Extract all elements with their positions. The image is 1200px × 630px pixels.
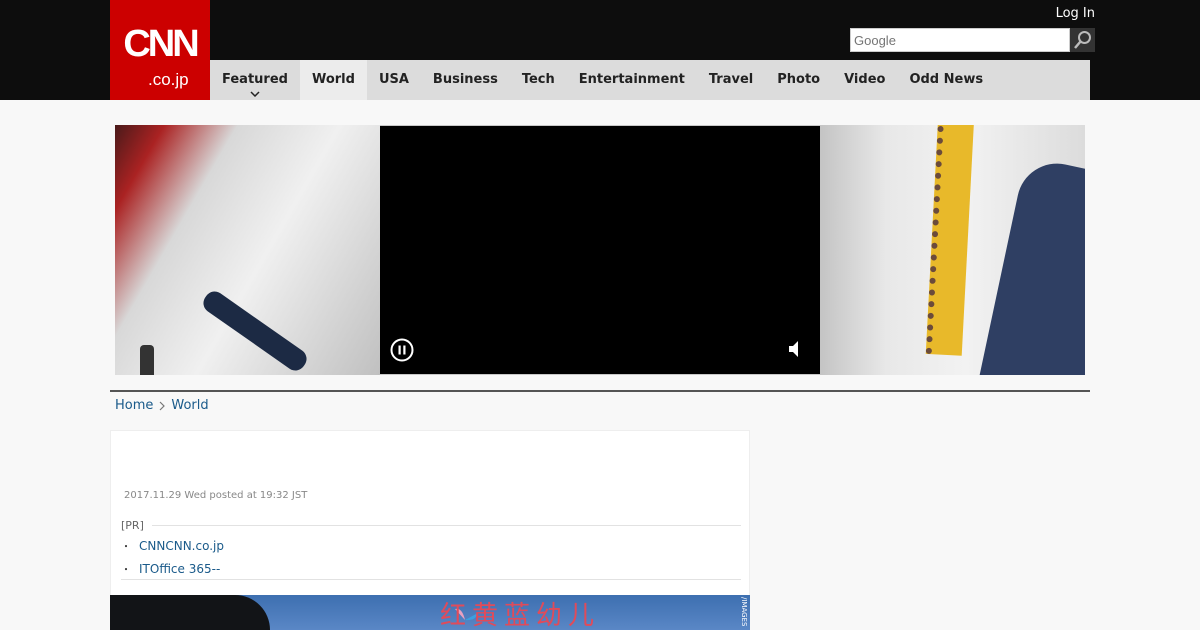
nav-item-label: Featured (222, 72, 288, 87)
bullet-icon: ・ (121, 565, 131, 576)
nav-item-label: Tech (521, 72, 555, 87)
top-header: CNN .co.jp Log In Featured World USA Bus… (0, 0, 1200, 100)
photo-sign-text: 红黄蓝幼儿 (440, 601, 601, 630)
section-divider (110, 390, 1090, 392)
nav-item-label: Odd News (909, 72, 984, 87)
pr-link[interactable]: CNNCNN.co.jp (139, 539, 224, 553)
chevron-right-icon (159, 401, 166, 411)
decorative-shape (110, 595, 270, 630)
list-item: ・ CNNCNN.co.jp (121, 534, 741, 557)
nav-item-photo[interactable]: Photo (765, 60, 832, 100)
nav-item-label: Travel (708, 72, 754, 87)
main-nav: Featured World USA Business Tech Enterta… (210, 60, 1090, 100)
breadcrumb-home[interactable]: Home (115, 398, 153, 413)
nav-item-tech[interactable]: Tech (510, 60, 567, 100)
nav-item-odd-news[interactable]: Odd News (897, 60, 995, 100)
nav-item-label: Entertainment (578, 72, 685, 87)
nav-item-business[interactable]: Business (421, 60, 510, 100)
pr-link[interactable]: ITOffice 365-- (139, 562, 220, 576)
nav-item-label: Business (432, 72, 498, 87)
nav-item-label: USA (378, 72, 409, 87)
breadcrumb-world[interactable]: World (171, 398, 208, 413)
article-posted-time: 2017.11.29 Wed posted at 19:32 JST (124, 490, 308, 501)
nav-item-label: Video (844, 72, 886, 87)
photo-credit: /IMAGES (740, 597, 748, 627)
bullet-icon: ・ (121, 542, 131, 553)
divider (151, 525, 741, 526)
search-input[interactable] (850, 28, 1070, 52)
video-player[interactable] (380, 126, 820, 374)
search-icon (1073, 31, 1091, 49)
nav-item-usa[interactable]: USA (367, 60, 421, 100)
logo-sub-text: .co.jp (148, 70, 189, 89)
pr-label: [PR] (121, 519, 144, 532)
nav-item-video[interactable]: Video (832, 60, 897, 100)
divider (121, 579, 741, 580)
nav-item-travel[interactable]: Travel (697, 60, 765, 100)
pause-circle-icon[interactable] (390, 338, 414, 362)
nav-item-world[interactable]: World (299, 60, 367, 100)
decorative-shape (199, 287, 311, 375)
nav-item-label: Photo (777, 72, 821, 87)
search-button[interactable] (1070, 28, 1095, 52)
pr-links: ・ CNNCNN.co.jp ・ ITOffice 365-- (121, 534, 741, 580)
breadcrumb: Home World (115, 398, 209, 413)
hero-blurred-right (820, 125, 1085, 375)
nav-item-entertainment[interactable]: Entertainment (567, 60, 697, 100)
list-item: ・ ITOffice 365-- (121, 557, 741, 580)
article-photo: 红黄蓝幼儿 /IMAGES (110, 595, 750, 630)
pr-header: [PR] (121, 519, 741, 532)
logo-main-text: CNN (123, 23, 199, 65)
decorative-shape (925, 125, 975, 356)
login-link[interactable]: Log In (1056, 6, 1095, 21)
chevron-down-icon (250, 91, 260, 97)
nav-item-label: World (311, 72, 355, 87)
decorative-shape (140, 345, 154, 375)
nav-item-featured[interactable]: Featured (210, 60, 300, 100)
cnn-logo[interactable]: CNN .co.jp (110, 0, 210, 100)
hero-blurred-left (115, 125, 380, 375)
decorative-shape (976, 156, 1085, 375)
speaker-icon[interactable] (788, 340, 802, 358)
